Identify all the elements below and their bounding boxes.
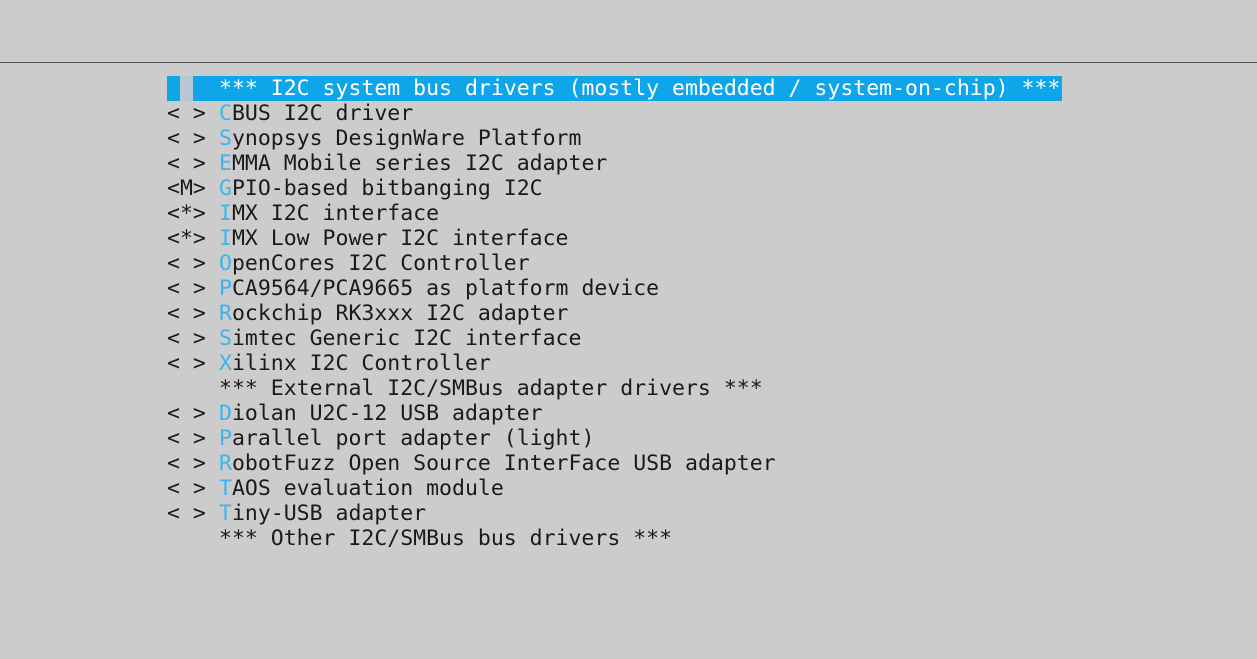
menu-item-other-bus-drivers-header[interactable]: *** Other I2C/SMBus bus drivers *** [167,526,1062,551]
menu-item-text: *** Other I2C/SMBus bus drivers *** [219,526,673,551]
menu-item-text: MX Low Power I2C interface [231,226,569,251]
menu-item-state: < > [167,251,206,276]
menu-item-robotfuzz[interactable]: < > RobotFuzz Open Source InterFace USB a… [167,451,1062,476]
menu-item-hotkey: S [219,326,232,351]
menu-item-hotkey: X [219,351,232,376]
menu-item-hotkey: C [219,101,232,126]
menu-item-opencores-i2c[interactable]: < > OpenCores I2C Controller [167,251,1062,276]
menu-item-taos-evm[interactable]: < > T AOS evaluation module [167,476,1062,501]
menu-item-rockchip-rk3xxx[interactable]: < > Rockchip RK3xxx I2C adapter [167,301,1062,326]
menu-item-state: < > [167,301,206,326]
menu-item-text: obotFuzz Open Source InterFace USB adapt… [231,451,776,476]
menu-item-gpio-bitbanging[interactable]: <M> G PIO-based bitbanging I2C [167,176,1062,201]
menu-item-text: *** I2C system bus drivers (mostly embed… [219,76,1061,101]
menu-item-diolan-u2c12[interactable]: < > Diolan U2C-12 USB adapter [167,401,1062,426]
menu-item-state: < > [167,101,206,126]
menu-item-hotkey: O [219,251,232,276]
menu-item-state: < > [167,126,206,151]
menu-item-text: PIO-based bitbanging I2C [231,176,543,201]
menu-item-hotkey: P [219,426,232,451]
menu-item-state: <M> [167,176,206,201]
menu-item-hotkey: S [219,126,232,151]
menu-item-hotkey: E [219,151,232,176]
menu-item-imx-low-power-i2c[interactable]: <*> I MX Low Power I2C interface [167,226,1062,251]
menu-item-text: ockchip RK3xxx I2C adapter [231,301,569,326]
menu-item-state: < > [167,426,206,451]
menu-item-simtec-generic[interactable]: < > Simtec Generic I2C interface [167,326,1062,351]
menu-item-hotkey: T [219,501,232,526]
menu-item-hotkey: I [219,226,232,251]
menu-item-hotkey: P [219,276,232,301]
menu-top-border [0,62,1257,63]
menu-item-hotkey: G [219,176,232,201]
kconfig-menu-list: *** I2C system bus drivers (mostly embed… [167,76,1063,551]
menu-item-emma-mobile[interactable]: < > E MMA Mobile series I2C adapter [167,151,1062,176]
menu-item-state: < > [167,326,206,351]
menu-item-xilinx-i2c[interactable]: < > Xilinx I2C Controller [167,351,1062,376]
menu-item-text: penCores I2C Controller [231,251,530,276]
menu-item-state: <*> [167,201,206,226]
menu-item-external-adapters-header[interactable]: *** External I2C/SMBus adapter drivers *… [167,376,1062,401]
menu-item-state: < > [167,451,206,476]
menu-item-state: <*> [167,226,206,251]
menu-item-text: iolan U2C-12 USB adapter [231,401,543,426]
menu-item-text: *** External I2C/SMBus adapter drivers *… [219,376,763,401]
menu-item-text: arallel port adapter (light) [231,426,595,451]
menu-item-text: BUS I2C driver [231,101,414,126]
menu-item-synopsys-designware[interactable]: < > Synopsys DesignWare Platform [167,126,1062,151]
menu-item-text: ynopsys DesignWare Platform [231,126,582,151]
menu-item-state: < > [167,501,206,526]
menu-item-imx-i2c[interactable]: <*> I MX I2C interface [167,201,1062,226]
menu-item-state: < > [167,276,206,301]
menu-item-text: MX I2C interface [231,201,440,226]
menu-item-cbus-i2c-driver[interactable]: < > C BUS I2C driver [167,101,1062,126]
menu-item-system-bus-drivers-header[interactable]: *** I2C system bus drivers (mostly embed… [167,76,1063,101]
menu-item-hotkey: R [219,301,232,326]
menu-item-state: < > [167,351,206,376]
menu-item-text: MMA Mobile series I2C adapter [231,151,608,176]
menu-item-hotkey: D [219,401,232,426]
menu-item-text: imtec Generic I2C interface [231,326,582,351]
menu-item-state: < > [167,476,206,501]
menu-item-text: AOS evaluation module [231,476,504,501]
menu-item-hotkey: R [219,451,232,476]
selection-cursor [167,76,219,101]
menu-item-state: < > [167,151,206,176]
menu-item-hotkey: I [219,201,232,226]
menu-item-parallel-port[interactable]: < > Parallel port adapter (light) [167,426,1062,451]
menu-item-pca9564-platform[interactable]: < > P CA9564/PCA9665 as platform device [167,276,1062,301]
menu-item-text: CA9564/PCA9665 as platform device [231,276,660,301]
menu-item-tiny-usb[interactable]: < > Tiny-USB adapter [167,501,1062,526]
menu-item-state: < > [167,401,206,426]
menu-item-text: ilinx I2C Controller [231,351,491,376]
menu-item-text: iny-USB adapter [231,501,427,526]
menu-item-hotkey: T [219,476,232,501]
